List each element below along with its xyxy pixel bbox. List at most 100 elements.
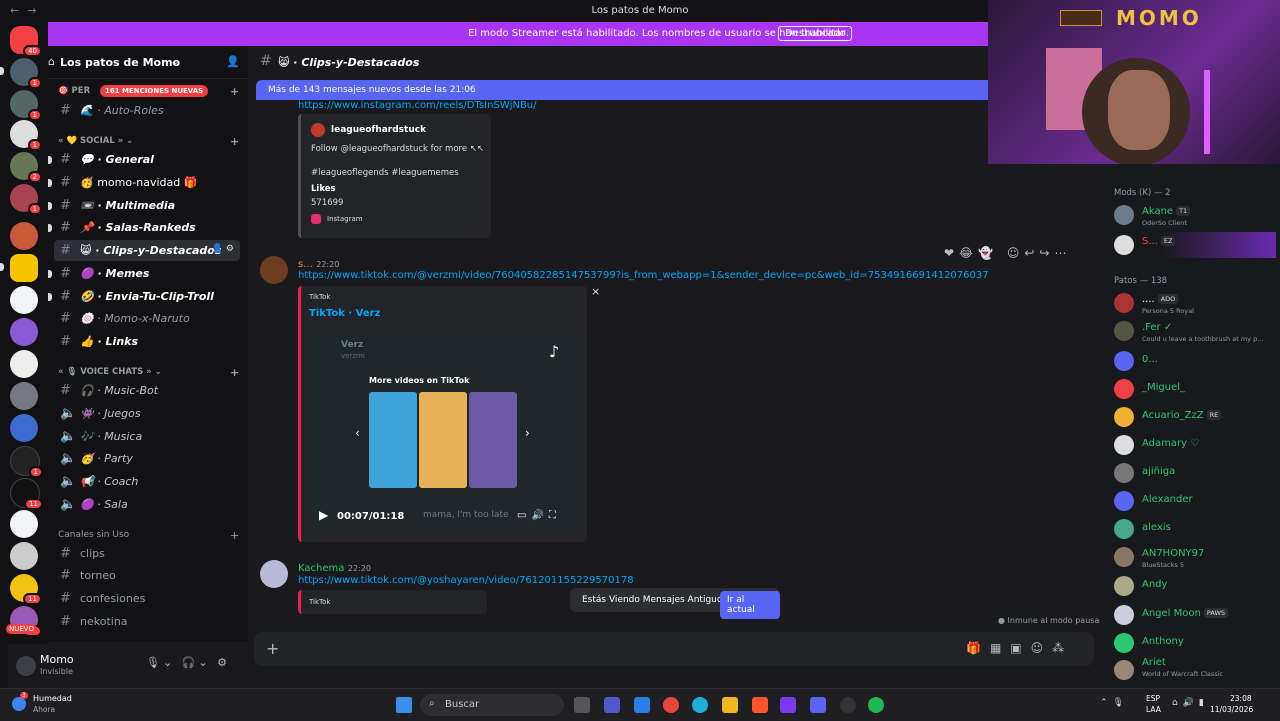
- edge-icon[interactable]: [692, 697, 708, 713]
- plus-icon[interactable]: +: [230, 135, 239, 148]
- server-icon[interactable]: 1: [10, 184, 42, 215]
- composer-icons[interactable]: 🎁▦▣☺⁂: [966, 641, 1073, 655]
- channel-settings-icon[interactable]: 👤 ⚙: [212, 244, 234, 254]
- server-icon[interactable]: 1: [10, 120, 42, 151]
- chrome-icon[interactable]: [663, 697, 679, 713]
- member-item[interactable]: alexis: [1114, 516, 1276, 542]
- category-first[interactable]: 🎯 PER +: [58, 85, 239, 98]
- channel-confesiones[interactable]: # confesiones: [54, 588, 240, 609]
- server-icon[interactable]: [10, 414, 38, 442]
- avatar[interactable]: [260, 256, 288, 284]
- plus-icon[interactable]: +: [230, 529, 239, 542]
- plus-icon[interactable]: +: [230, 85, 239, 98]
- member-item[interactable]: _Miguel_: [1114, 376, 1276, 402]
- member-item[interactable]: Ariet World of Warcraft Classic: [1114, 657, 1276, 683]
- video-controls[interactable]: ▭🔊⛶: [517, 510, 561, 521]
- channel-torneo[interactable]: # torneo: [54, 565, 240, 586]
- plus-icon[interactable]: +: [266, 639, 279, 658]
- member-item[interactable]: Alexander: [1114, 488, 1276, 514]
- voice-channel-juegos[interactable]: 🔈 👾 · Juegos: [54, 403, 240, 424]
- server-header[interactable]: ⌂ Los patos de Momo ⌄ 👤: [48, 46, 248, 79]
- server-icon[interactable]: [10, 318, 38, 346]
- category-voice[interactable]: « 🎙 VOICE CHATS » ⌄ +: [58, 366, 239, 379]
- discord-home-icon[interactable]: 40: [10, 26, 42, 57]
- message-author[interactable]: s...: [298, 259, 313, 270]
- message-link[interactable]: https://www.tiktok.com/@verzmi/video/760…: [298, 270, 989, 281]
- channel-momo-navidad[interactable]: # 🥳 momo-navidad 🎁: [48, 172, 240, 193]
- weather-icon[interactable]: [12, 697, 26, 711]
- channel-memes[interactable]: # 🟣 · Memes: [48, 263, 240, 284]
- server-icon[interactable]: [10, 382, 38, 410]
- channel-clips-y-destacados[interactable]: # 😸 · Clips-y-Destacados 👤 ⚙: [54, 240, 240, 261]
- teams-icon[interactable]: [604, 697, 620, 713]
- file-explorer-icon[interactable]: [722, 697, 738, 713]
- server-icon[interactable]: [10, 286, 38, 314]
- lang-indicator[interactable]: ESP: [1146, 694, 1160, 703]
- server-icon[interactable]: [10, 222, 38, 250]
- discord-icon[interactable]: [810, 697, 826, 713]
- member-item[interactable]: S... EZ: [1114, 232, 1276, 258]
- server-icon[interactable]: 11: [10, 574, 42, 605]
- video-thumbnail[interactable]: [469, 392, 517, 488]
- new-messages-bar[interactable]: Más de 143 mensajes nuevos desde las 21:…: [256, 80, 1092, 100]
- user-controls[interactable]: 🎙⌄ 🎧⌄ ⚙: [146, 656, 230, 669]
- channel-clips[interactable]: # clips: [54, 543, 240, 564]
- server-icon[interactable]: 1: [10, 58, 42, 89]
- voice-channel-music-bot[interactable]: # 🎧 · Music-Bot: [54, 380, 240, 401]
- plus-icon[interactable]: +: [230, 366, 239, 379]
- voice-channel-party[interactable]: 🔈 🥳 · Party: [54, 448, 240, 469]
- spotify-icon[interactable]: [868, 697, 884, 713]
- copilot-icon[interactable]: [634, 697, 650, 713]
- server-icon[interactable]: 1: [10, 90, 42, 121]
- voice-channel-sala[interactable]: 🔈 🟣 · Sala: [54, 494, 240, 515]
- task-view-icon[interactable]: [574, 697, 590, 713]
- server-icon[interactable]: [10, 350, 38, 378]
- embed-title[interactable]: TikTok · Verz: [309, 308, 380, 319]
- message-actions[interactable]: ❤😂👻 ☺↩↪⋯: [944, 246, 1071, 260]
- server-icon[interactable]: 1: [10, 446, 43, 478]
- play-icon[interactable]: ▶: [319, 508, 328, 522]
- member-item[interactable]: Acuario_ZzZ RE: [1114, 404, 1276, 430]
- member-item[interactable]: Andy: [1114, 573, 1276, 599]
- video-player[interactable]: Verz verzmi ♪ More videos on TikTok ‹ › …: [311, 334, 577, 530]
- video-thumbnail[interactable]: [369, 392, 417, 488]
- member-item[interactable]: Akane T1 OderSo Client: [1114, 202, 1276, 228]
- category-unused[interactable]: Canales sin Uso +: [58, 529, 239, 542]
- server-icon[interactable]: [10, 542, 38, 570]
- avatar[interactable]: [260, 560, 288, 588]
- voice-channel-coach[interactable]: 🔈 📢 · Coach: [54, 471, 240, 492]
- avatar[interactable]: [16, 656, 36, 676]
- member-item[interactable]: Angel Moon PAWS: [1114, 602, 1276, 628]
- member-item[interactable]: 0...: [1114, 348, 1276, 374]
- server-icon[interactable]: [10, 510, 38, 538]
- video-thumbnail[interactable]: [419, 392, 467, 488]
- server-icon[interactable]: 2: [10, 152, 42, 183]
- tray-icons[interactable]: ⌃🎙: [1100, 698, 1129, 708]
- category-social[interactable]: « 💛 SOCIAL » ⌄ +: [58, 135, 239, 148]
- taskbar-search[interactable]: ⌕ Buscar: [420, 694, 564, 716]
- member-item[interactable]: ajiñiga: [1114, 460, 1276, 486]
- windows-start-icon[interactable]: [396, 697, 412, 713]
- channel-salas-rankeds[interactable]: # 📌 · Salas-Rankeds: [48, 217, 240, 238]
- member-item[interactable]: AN7HONY97 BlueStacks 5: [1114, 544, 1276, 570]
- add-user-icon[interactable]: 👤: [226, 55, 240, 68]
- message-link[interactable]: https://www.instagram.com/reels/DTsInSWj…: [298, 100, 537, 111]
- jump-to-present-button[interactable]: Ir al actual: [720, 591, 780, 619]
- message-author[interactable]: Kachema: [298, 563, 344, 574]
- message-link[interactable]: https://www.tiktok.com/@yoshayaren/video…: [298, 575, 634, 586]
- server-icon[interactable]: 11: [10, 478, 43, 510]
- disable-streamer-button[interactable]: Deshabilitar: [778, 26, 853, 41]
- clock-time[interactable]: 23:08: [1230, 694, 1252, 703]
- member-item[interactable]: .... ADO Persona 5 Royal: [1114, 290, 1276, 316]
- member-item[interactable]: Adamary ♡: [1114, 432, 1276, 458]
- channel-nekotina[interactable]: # nekotina: [54, 611, 240, 632]
- brave-icon[interactable]: [752, 697, 768, 713]
- voice-channel-musica[interactable]: 🔈 🎶 · Musica: [54, 426, 240, 447]
- member-item[interactable]: .Fer ✓ Could u leave a toothbrush at my p…: [1114, 318, 1276, 344]
- system-tray-icons[interactable]: ⌂🔊▮: [1172, 698, 1209, 708]
- app-icon[interactable]: [780, 697, 796, 713]
- embed-account[interactable]: leagueofhardstuck: [331, 125, 426, 135]
- obs-icon[interactable]: [840, 697, 856, 713]
- close-icon[interactable]: ×: [591, 285, 600, 298]
- channel-auto-roles[interactable]: # 🌊 · Auto-Roles: [54, 100, 240, 121]
